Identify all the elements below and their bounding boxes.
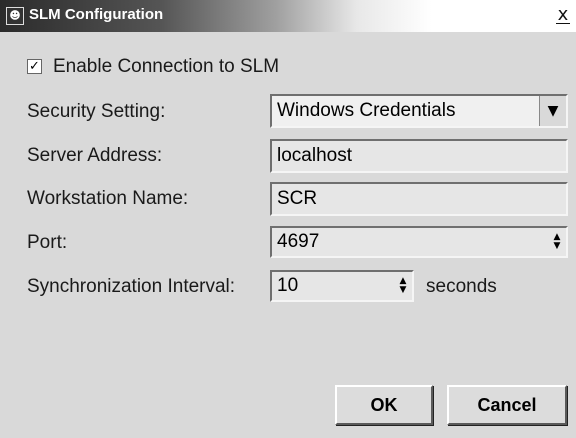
- port-spinner[interactable]: 4697 ▲ ▼: [270, 226, 568, 258]
- server-address-value: localhost: [277, 145, 352, 166]
- server-address-label: Server Address:: [27, 145, 163, 166]
- port-label: Port:: [27, 232, 68, 253]
- enable-connection-checkbox[interactable]: ✓: [27, 59, 42, 74]
- app-icon: ☻: [6, 7, 24, 25]
- spinner-down-icon[interactable]: ▼: [396, 286, 410, 295]
- sync-interval-label: Synchronization Interval:: [27, 276, 236, 297]
- enable-connection-label[interactable]: Enable Connection to SLM: [53, 56, 279, 78]
- spinner-arrows-icon[interactable]: ▲ ▼: [396, 276, 410, 296]
- chevron-down-icon[interactable]: ▼: [539, 96, 566, 126]
- workstation-name-label: Workstation Name:: [27, 188, 189, 209]
- ok-button[interactable]: OK: [335, 385, 433, 425]
- workstation-name-field[interactable]: SCR: [270, 182, 568, 216]
- sync-interval-unit: seconds: [426, 276, 497, 297]
- window-title: SLM Configuration: [29, 6, 164, 23]
- spinner-arrows-icon[interactable]: ▲ ▼: [550, 232, 564, 252]
- security-setting-value: Windows Credentials: [277, 100, 456, 121]
- slm-configuration-dialog: ☻ SLM Configuration x ✓ Enable Connectio…: [0, 0, 576, 438]
- server-address-field[interactable]: localhost: [270, 139, 568, 173]
- sync-interval-value: 10: [277, 275, 299, 296]
- workstation-name-value: SCR: [277, 188, 318, 209]
- title-bar[interactable]: ☻ SLM Configuration x: [0, 0, 576, 32]
- close-button[interactable]: x: [552, 2, 574, 28]
- sync-interval-spinner[interactable]: 10 ▲ ▼: [270, 270, 414, 302]
- security-setting-label: Security Setting:: [27, 101, 166, 122]
- security-setting-select[interactable]: Windows Credentials ▼: [270, 94, 568, 128]
- cancel-button[interactable]: Cancel: [447, 385, 567, 425]
- port-value: 4697: [277, 231, 320, 252]
- spinner-down-icon[interactable]: ▼: [550, 242, 564, 251]
